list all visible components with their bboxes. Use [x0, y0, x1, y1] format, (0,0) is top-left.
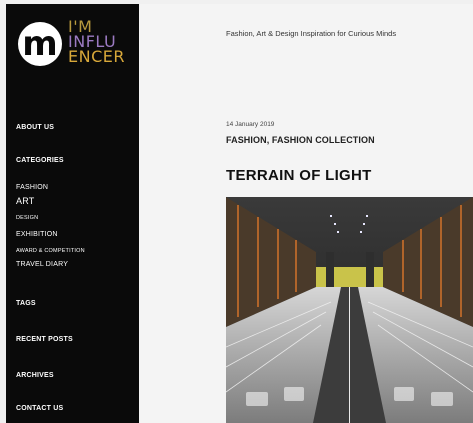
nav-tags[interactable]: TAGS [16, 300, 36, 307]
page: m I'M INFLU ENCER ABOUT US CATEGORIES FA… [0, 0, 473, 423]
logo-line-3: ENCER [68, 47, 125, 66]
nav-categories[interactable]: CATEGORIES [16, 157, 64, 164]
category-design[interactable]: DESIGN [16, 215, 38, 221]
category-exhibition[interactable]: EXHIBITION [16, 231, 58, 238]
site-logo[interactable]: m I'M INFLU ENCER [15, 16, 140, 86]
post-categories[interactable]: FASHION, FASHION COLLECTION [226, 135, 375, 145]
category-award-competition[interactable]: AWARD & COMPETITION [16, 248, 85, 254]
nav-about-us[interactable]: ABOUT US [16, 124, 54, 131]
post-date: 14 January 2019 [226, 121, 275, 128]
site-tagline: Fashion, Art & Design Inspiration for Cu… [226, 29, 397, 38]
runway-photo [226, 197, 473, 423]
sidebar: m I'M INFLU ENCER ABOUT US CATEGORIES FA… [6, 4, 139, 423]
category-fashion[interactable]: FASHION [16, 184, 48, 191]
nav-contact-us[interactable]: CONTACT US [16, 405, 63, 412]
logo-letter: m [22, 24, 58, 64]
logo-wordmark: I'M INFLU ENCER [68, 19, 125, 66]
category-travel-diary[interactable]: TRAVEL DIARY [16, 261, 68, 268]
logo-circle: m [18, 22, 62, 66]
nav-archives[interactable]: ARCHIVES [16, 372, 54, 379]
nav-recent-posts[interactable]: RECENT POSTS [16, 336, 73, 343]
main-content: Fashion, Art & Design Inspiration for Cu… [139, 4, 473, 423]
post-title[interactable]: TERRAIN OF LIGHT [226, 167, 372, 184]
hero-image[interactable] [226, 197, 473, 423]
category-art[interactable]: ART [16, 196, 34, 206]
